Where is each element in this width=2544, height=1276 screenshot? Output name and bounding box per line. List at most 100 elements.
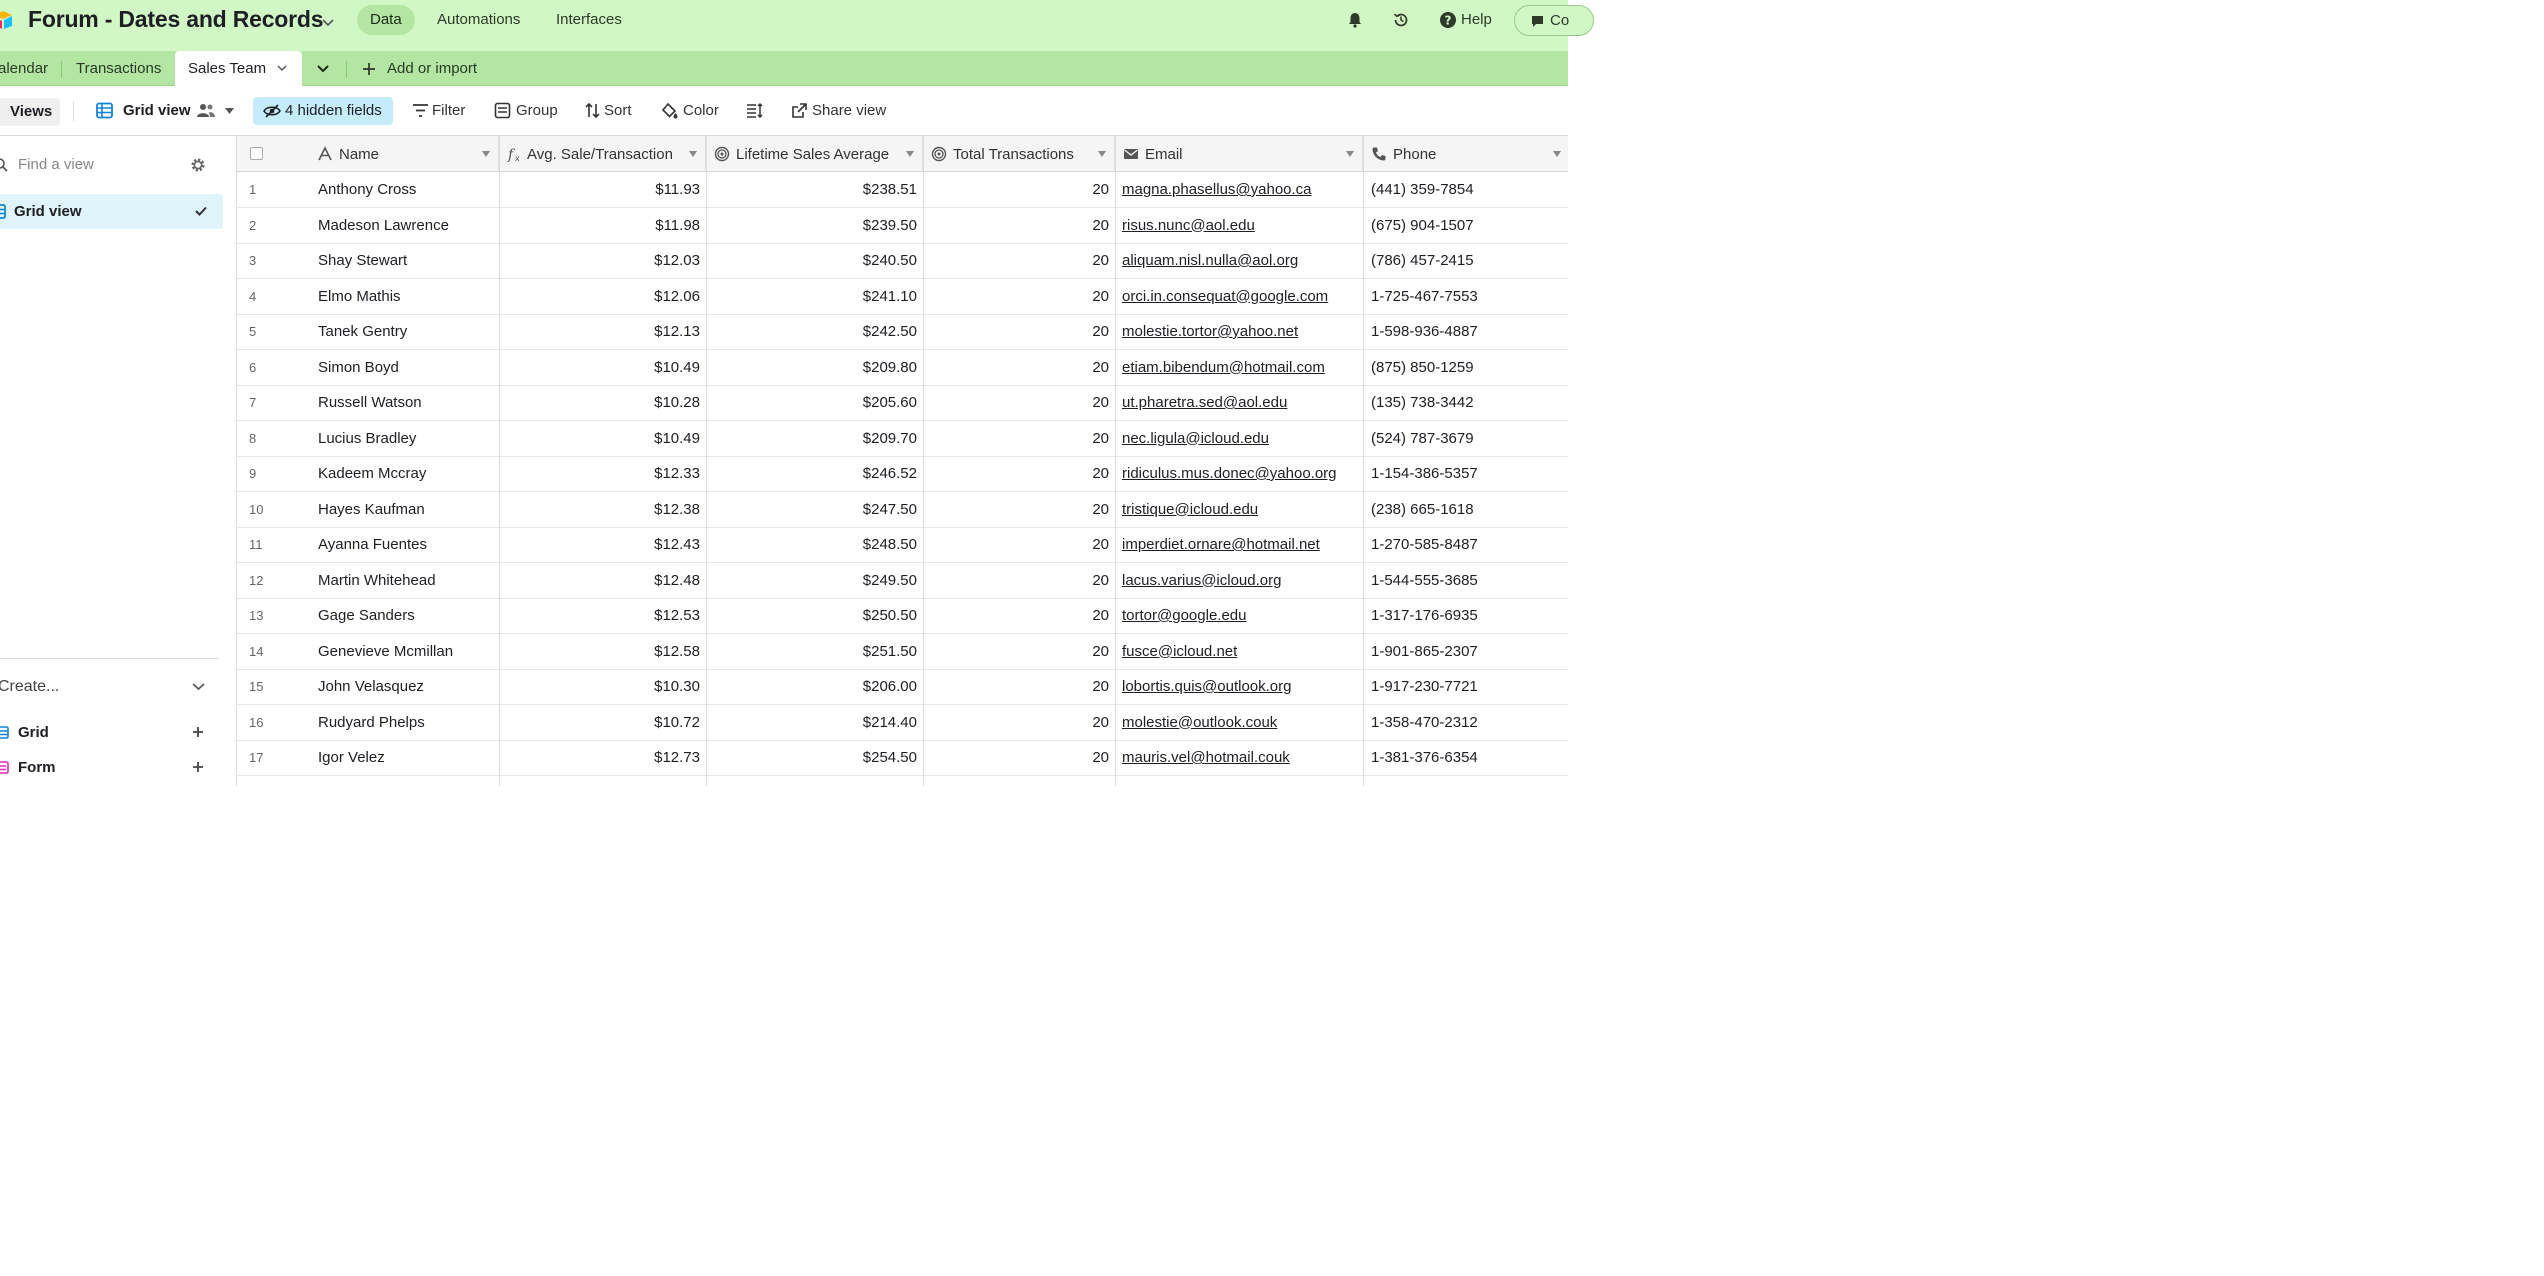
lifetime-sales-cell[interactable]: $246.52: [706, 456, 923, 491]
email-cell[interactable]: imperdiet.ornare@hotmail.net: [1122, 527, 1358, 562]
email-cell[interactable]: lobortis.quis@outlook.org: [1122, 669, 1358, 704]
email-cell[interactable]: orci.in.consequat@google.com: [1122, 279, 1358, 314]
name-cell[interactable]: Ayanna Fuentes: [318, 527, 493, 562]
email-cell[interactable]: molestie@outlook.couk: [1122, 705, 1358, 740]
email-cell[interactable]: ridiculus.mus.donec@yahoo.org: [1122, 456, 1358, 491]
phone-cell[interactable]: 1-598-936-4887: [1371, 314, 1566, 349]
table-row[interactable]: 5 Tanek Gentry $12.13 $242.50 20 molestie.tor…: [237, 314, 1568, 350]
help-link[interactable]: Help: [1461, 11, 1492, 28]
name-cell[interactable]: Martin Whitehead: [318, 563, 493, 598]
column-header-lifetime-sales[interactable]: Lifetime Sales Average: [706, 136, 923, 172]
phone-cell[interactable]: 1-725-467-7553: [1371, 279, 1566, 314]
create-form-view[interactable]: Form: [18, 759, 56, 776]
lifetime-sales-cell[interactable]: $239.50: [706, 208, 923, 243]
phone-cell[interactable]: 1-901-865-2307: [1371, 634, 1566, 669]
lifetime-sales-cell[interactable]: $250.50: [706, 598, 923, 633]
total-transactions-cell[interactable]: 20: [923, 563, 1115, 598]
total-transactions-cell[interactable]: 20: [923, 527, 1115, 562]
create-view-section[interactable]: Create...: [0, 678, 59, 696]
create-grid-view[interactable]: Grid: [18, 724, 49, 741]
email-cell[interactable]: risus.nunc@aol.edu: [1122, 208, 1358, 243]
avg-sale-cell[interactable]: $10.72: [499, 705, 706, 740]
total-transactions-cell[interactable]: 20: [923, 740, 1115, 775]
add-or-import-button[interactable]: Add or import: [387, 60, 477, 77]
table-row[interactable]: 8 Lucius Bradley $10.49 $209.70 20 nec.ligula…: [237, 421, 1568, 457]
chevron-down-icon[interactable]: [320, 14, 336, 30]
table-row[interactable]: 10 Hayes Kaufman $12.38 $247.50 20 tristique@…: [237, 492, 1568, 528]
name-cell[interactable]: Gage Sanders: [318, 598, 493, 633]
table-row[interactable]: 15 John Velasquez $10.30 $206.00 20 lobortis.…: [237, 669, 1568, 705]
avg-sale-cell[interactable]: $12.13: [499, 314, 706, 349]
avg-sale-cell[interactable]: $12.03: [499, 243, 706, 278]
group-button[interactable]: Group: [516, 102, 558, 119]
total-transactions-cell[interactable]: 20: [923, 350, 1115, 385]
lifetime-sales-cell[interactable]: $206.00: [706, 669, 923, 704]
base-title[interactable]: Forum - Dates and Records: [28, 6, 324, 33]
table-row[interactable]: 4 Elmo Mathis $12.06 $241.10 20 orci.in.conse…: [237, 279, 1568, 315]
nav-interfaces[interactable]: Interfaces: [543, 5, 635, 35]
phone-cell[interactable]: 1-544-555-3685: [1371, 563, 1566, 598]
email-cell[interactable]: nec.ligula@icloud.edu: [1122, 421, 1358, 456]
row-height-icon[interactable]: [746, 102, 763, 119]
filter-button[interactable]: Filter: [432, 102, 465, 119]
avg-sale-cell[interactable]: $10.28: [499, 385, 706, 420]
lifetime-sales-cell[interactable]: $209.70: [706, 421, 923, 456]
color-button[interactable]: Color: [683, 102, 719, 119]
tab-sales-team[interactable]: Sales Team: [175, 51, 302, 87]
tab-calendar[interactable]: alendar: [0, 60, 48, 77]
table-row[interactable]: 11 Ayanna Fuentes $12.43 $248.50 20 imperdiet…: [237, 527, 1568, 563]
email-cell[interactable]: aliquam.nisl.nulla@aol.org: [1122, 243, 1358, 278]
avg-sale-cell[interactable]: $12.58: [499, 634, 706, 669]
sidebar-view-grid[interactable]: Grid view: [0, 194, 223, 229]
lifetime-sales-cell[interactable]: $249.50: [706, 563, 923, 598]
total-transactions-cell[interactable]: 20: [923, 456, 1115, 491]
avg-sale-cell[interactable]: $11.93: [499, 172, 706, 207]
lifetime-sales-cell[interactable]: $240.50: [706, 243, 923, 278]
comment-button[interactable]: Co: [1514, 5, 1594, 36]
name-cell[interactable]: Anthony Cross: [318, 172, 493, 207]
email-cell[interactable]: tortor@google.edu: [1122, 598, 1358, 633]
lifetime-sales-cell[interactable]: $242.50: [706, 314, 923, 349]
chevron-down-icon[interactable]: [1553, 151, 1561, 157]
table-row[interactable]: 17 Igor Velez $12.73 $254.50 20 mauris.vel@ho…: [237, 740, 1568, 776]
avg-sale-cell[interactable]: $12.53: [499, 598, 706, 633]
avg-sale-cell[interactable]: $10.49: [499, 350, 706, 385]
lifetime-sales-cell[interactable]: $241.10: [706, 279, 923, 314]
table-row[interactable]: 2 Madeson Lawrence $11.98 $239.50 20 risus.nu…: [237, 208, 1568, 244]
plus-icon[interactable]: [192, 726, 204, 738]
total-transactions-cell[interactable]: 20: [923, 279, 1115, 314]
table-row[interactable]: 14 Genevieve Mcmillan $12.58 $251.50 20 fusce…: [237, 634, 1568, 670]
email-cell[interactable]: lacus.varius@icloud.org: [1122, 563, 1358, 598]
name-cell[interactable]: Madeson Lawrence: [318, 208, 493, 243]
email-cell[interactable]: tristique@icloud.edu: [1122, 492, 1358, 527]
name-cell[interactable]: Elmo Mathis: [318, 279, 493, 314]
avg-sale-cell[interactable]: $12.38: [499, 492, 706, 527]
table-row[interactable]: 16 Rudyard Phelps $10.72 $214.40 20 molestie@…: [237, 705, 1568, 741]
phone-cell[interactable]: (135) 738-3442: [1371, 385, 1566, 420]
avg-sale-cell[interactable]: $12.06: [499, 279, 706, 314]
chevron-down-icon[interactable]: [1098, 151, 1106, 157]
nav-automations[interactable]: Automations: [424, 5, 533, 35]
find-view-input[interactable]: Find a view: [18, 156, 94, 173]
name-cell[interactable]: Rudyard Phelps: [318, 705, 493, 740]
lifetime-sales-cell[interactable]: $254.50: [706, 740, 923, 775]
select-all-checkbox[interactable]: [250, 147, 263, 160]
chevron-down-icon[interactable]: [482, 151, 490, 157]
tab-transactions[interactable]: Transactions: [76, 60, 161, 77]
phone-cell[interactable]: (875) 850-1259: [1371, 350, 1566, 385]
total-transactions-cell[interactable]: 20: [923, 634, 1115, 669]
chevron-down-icon[interactable]: [192, 682, 205, 691]
column-header-name[interactable]: Name: [237, 136, 499, 172]
name-cell[interactable]: Kadeem Mccray: [318, 456, 493, 491]
name-cell[interactable]: Shay Stewart: [318, 243, 493, 278]
gear-icon[interactable]: [190, 157, 206, 173]
total-transactions-cell[interactable]: 20: [923, 208, 1115, 243]
name-cell[interactable]: Igor Velez: [318, 740, 493, 775]
table-row[interactable]: 6 Simon Boyd $10.49 $209.80 20 etiam.bibendum…: [237, 350, 1568, 386]
avg-sale-cell[interactable]: $12.43: [499, 527, 706, 562]
email-cell[interactable]: ut.pharetra.sed@aol.edu: [1122, 385, 1358, 420]
caret-down-icon[interactable]: [225, 108, 234, 114]
chevron-down-icon[interactable]: [689, 151, 697, 157]
name-cell[interactable]: Lucius Bradley: [318, 421, 493, 456]
chevron-down-icon[interactable]: [906, 151, 914, 157]
